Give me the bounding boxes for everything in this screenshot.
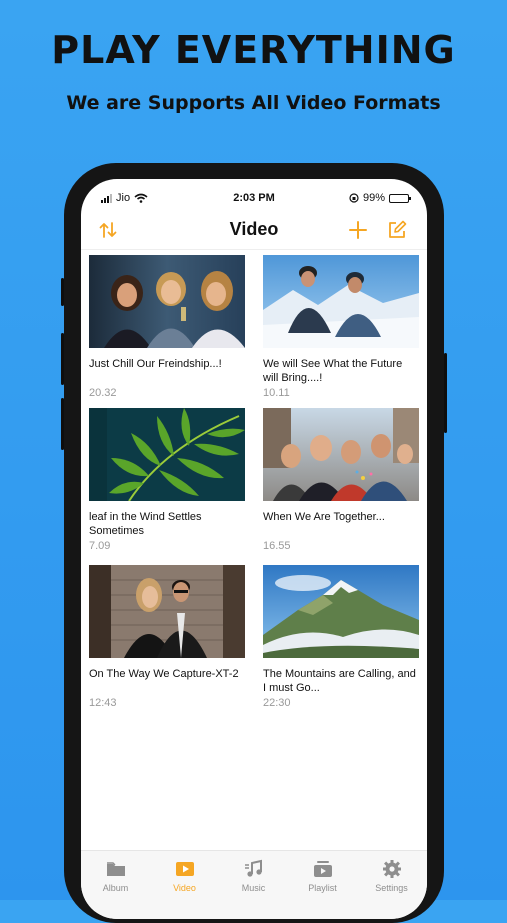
tab-music[interactable]: Music <box>219 859 288 893</box>
video-thumbnail[interactable] <box>89 408 245 501</box>
tab-label: Album <box>102 883 129 893</box>
play-icon <box>175 862 194 876</box>
video-card[interactable]: Just Chill Our Freindship...! 20.32 <box>89 255 245 399</box>
tab-bar: Album Video Music Playlist Settings <box>81 850 427 919</box>
video-thumbnail[interactable] <box>263 255 419 348</box>
tab-label: Settings <box>375 883 408 893</box>
video-card[interactable]: leaf in the Wind Settles Sometimes 7.09 <box>89 408 245 552</box>
video-thumbnail[interactable] <box>89 255 245 348</box>
status-bar: Jio 2:03 PM 99% <box>81 192 427 208</box>
battery-icon <box>389 193 411 203</box>
video-title: leaf in the Wind Settles Sometimes <box>89 511 202 537</box>
video-title: When We Are Together... <box>263 511 385 523</box>
video-thumbnail[interactable] <box>89 565 245 658</box>
phone-frame: Jio 2:03 PM 99% Video Just Chill Our Fre… <box>61 163 447 923</box>
mute-switch <box>61 278 64 306</box>
nav-bar: Video <box>81 213 427 250</box>
power-button <box>444 353 447 433</box>
tab-settings[interactable]: Settings <box>357 859 426 893</box>
video-duration: 16.55 <box>263 540 291 552</box>
video-title: We will See What the Future will Bring..… <box>263 358 403 384</box>
video-title: The Mountains are Calling, and I must Go… <box>263 668 416 694</box>
video-duration: 20.32 <box>89 387 117 399</box>
video-thumbnail[interactable] <box>263 408 419 501</box>
video-card[interactable]: When We Are Together... 16.55 <box>263 408 419 552</box>
tab-playlist[interactable]: Playlist <box>288 859 357 893</box>
playlist-icon <box>313 861 332 877</box>
plus-icon[interactable] <box>347 219 369 241</box>
video-duration: 22:30 <box>263 697 291 709</box>
promo-headline: PLAY EVERYTHING <box>51 28 456 72</box>
volume-down-button <box>61 398 64 450</box>
page-title: Video <box>229 219 279 239</box>
music-note-icon <box>244 859 262 877</box>
tab-label: Playlist <box>308 883 337 893</box>
video-duration: 10.11 <box>263 387 290 399</box>
video-duration: 7.09 <box>89 540 111 552</box>
video-title: On The Way We Capture-XT-2 <box>89 668 239 680</box>
folder-icon <box>106 862 125 876</box>
promo-subline: We are Supports All Video Formats <box>66 92 441 114</box>
app-screen: Jio 2:03 PM 99% Video Just Chill Our Fre… <box>81 179 427 919</box>
tab-video[interactable]: Video <box>150 859 219 893</box>
tab-label: Music <box>241 883 266 893</box>
tab-label: Video <box>173 883 196 893</box>
orientation-lock-icon <box>349 193 359 203</box>
video-card[interactable]: On The Way We Capture-XT-2 12:43 <box>89 565 245 709</box>
edit-icon[interactable] <box>386 219 408 241</box>
video-title: Just Chill Our Freindship...! <box>89 358 222 370</box>
video-card[interactable]: The Mountains are Calling, and I must Go… <box>263 565 419 709</box>
video-thumbnail[interactable] <box>263 565 419 658</box>
video-duration: 12:43 <box>89 697 117 709</box>
battery-percent: 99% <box>362 192 385 204</box>
gear-icon <box>382 860 401 878</box>
tab-album[interactable]: Album <box>81 859 150 893</box>
volume-up-button <box>61 333 64 385</box>
video-card[interactable]: We will See What the Future will Bring..… <box>263 255 419 399</box>
